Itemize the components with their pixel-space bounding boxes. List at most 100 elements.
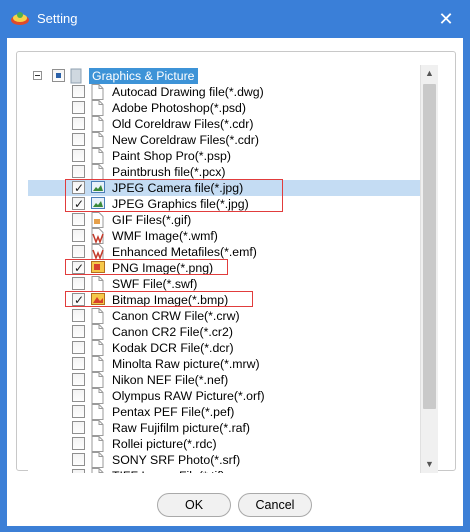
dialog-body: Graphics & Picture Autocad Drawing file(… (7, 38, 463, 526)
item-checkbox[interactable] (72, 309, 85, 322)
tree-item-label: Kodak DCR File(*.dcr) (112, 341, 234, 355)
item-checkbox[interactable] (72, 341, 85, 354)
file-icon (91, 116, 105, 132)
file-type-tree[interactable]: Graphics & Picture Autocad Drawing file(… (28, 65, 420, 473)
tree-item[interactable]: Kodak DCR File(*.dcr) (28, 340, 420, 356)
item-checkbox[interactable] (72, 117, 85, 130)
tree-item-label: SONY SRF Photo(*.srf) (112, 453, 241, 467)
item-checkbox[interactable] (72, 101, 85, 114)
tree-item-label: Rollei picture(*.rdc) (112, 437, 217, 451)
item-checkbox[interactable] (72, 469, 85, 473)
tree-item-label: New Coreldraw Files(*.cdr) (112, 133, 259, 147)
tree-item[interactable]: New Coreldraw Files(*.cdr) (28, 132, 420, 148)
item-checkbox[interactable] (72, 421, 85, 434)
file-icon (91, 276, 105, 292)
tree-item[interactable]: SWF File(*.swf) (28, 276, 420, 292)
tree-item-label: GIF Files(*.gif) (112, 213, 192, 227)
tree-item[interactable]: Raw Fujifilm picture(*.raf) (28, 420, 420, 436)
close-icon[interactable]: ✕ (434, 8, 458, 30)
tree-item-label: Enhanced Metafiles(*.emf) (112, 245, 257, 259)
wmf-file-icon (91, 228, 105, 245)
tree-item-label: Minolta Raw picture(*.mrw) (112, 357, 260, 371)
tree-item[interactable]: Olympus RAW Picture(*.orf) (28, 388, 420, 404)
item-checkbox[interactable] (72, 149, 85, 162)
tree-item[interactable]: Enhanced Metafiles(*.emf) (28, 244, 420, 261)
file-icon (91, 420, 105, 436)
file-icon (91, 388, 105, 404)
file-icon (91, 372, 105, 388)
item-checkbox[interactable] (72, 357, 85, 370)
item-checkbox[interactable] (72, 373, 85, 386)
tree-item[interactable]: GIF Files(*.gif) (28, 212, 420, 228)
file-icon (91, 404, 105, 420)
tree-item-label: Autocad Drawing file(*.dwg) (112, 85, 264, 99)
file-icon (91, 100, 105, 116)
scroll-up-icon[interactable]: ▲ (421, 65, 438, 82)
app-icon (10, 9, 30, 27)
tree-item-label: Old Coreldraw Files(*.cdr) (112, 117, 254, 131)
item-checkbox[interactable] (72, 405, 85, 418)
jpg-file-icon (91, 196, 105, 212)
scrollbar-thumb[interactable] (423, 84, 436, 409)
tree-item[interactable]: Nikon NEF File(*.nef) (28, 372, 420, 388)
item-checkbox[interactable] (72, 245, 85, 258)
tree-item-label: TIFF Image File(*.tif) (112, 468, 225, 473)
item-checkbox[interactable] (72, 389, 85, 402)
tree-item[interactable]: TIFF Image File(*.tif) (28, 468, 420, 473)
tree-item[interactable]: Pentax PEF File(*.pef) (28, 404, 420, 420)
tree-item-label: Nikon NEF File(*.nef) (112, 373, 229, 387)
title-bar: Setting ✕ (0, 0, 470, 38)
file-icon (91, 308, 105, 324)
file-icon (91, 84, 105, 100)
tree-item-label: Raw Fujifilm picture(*.raf) (112, 421, 251, 435)
item-checkbox[interactable] (72, 85, 85, 98)
tree-item-label: Olympus RAW Picture(*.orf) (112, 389, 265, 403)
tree-item[interactable]: JPEG Graphics file(*.jpg) (28, 196, 420, 212)
file-icon (91, 452, 105, 468)
tree-scrollbar[interactable]: ▲ ▼ (420, 65, 438, 473)
file-icon (91, 468, 105, 473)
tree-item[interactable]: Canon CR2 File(*.cr2) (28, 324, 420, 340)
ok-button[interactable]: OK (157, 493, 231, 517)
cancel-button[interactable]: Cancel (238, 493, 312, 517)
tree-item-label: Canon CRW File(*.crw) (112, 309, 240, 323)
tree-root-label: Graphics & Picture (89, 68, 198, 84)
tree-item[interactable]: Rollei picture(*.rdc) (28, 436, 420, 452)
scroll-down-icon[interactable]: ▼ (421, 456, 438, 473)
tree-item-label: Paintbrush file(*.pcx) (112, 165, 226, 179)
tree-item-label: Pentax PEF File(*.pef) (112, 405, 235, 419)
highlight-box (65, 291, 253, 307)
tree-item[interactable]: Old Coreldraw Files(*.cdr) (28, 116, 420, 132)
tree-item[interactable]: Adobe Photoshop(*.psd) (28, 100, 420, 116)
item-checkbox[interactable] (72, 213, 85, 226)
tree-item[interactable]: Paint Shop Pro(*.psp) (28, 148, 420, 164)
tree-item[interactable]: Minolta Raw picture(*.mrw) (28, 356, 420, 372)
gif-file-icon (91, 212, 105, 228)
tree-item[interactable]: Canon CRW File(*.crw) (28, 308, 420, 324)
tree-item[interactable]: SONY SRF Photo(*.srf) (28, 452, 420, 468)
tree-item-label: WMF Image(*.wmf) (112, 229, 218, 243)
file-icon (91, 164, 105, 180)
tree-item-label: JPEG Graphics file(*.jpg) (112, 197, 249, 211)
file-icon (91, 340, 105, 356)
file-icon (91, 148, 105, 164)
item-checkbox[interactable] (72, 165, 85, 178)
highlight-box (65, 259, 228, 275)
item-checkbox[interactable] (72, 325, 85, 338)
tree-root-graphics[interactable]: Graphics & Picture (28, 68, 420, 84)
file-icon (91, 436, 105, 452)
item-checkbox[interactable] (72, 133, 85, 146)
item-checkbox[interactable] (72, 229, 85, 242)
item-checkbox[interactable] (72, 277, 85, 290)
tree-item-label: Paint Shop Pro(*.psp) (112, 149, 231, 163)
tree-item[interactable]: WMF Image(*.wmf) (28, 228, 420, 245)
tree-item[interactable]: Paintbrush file(*.pcx) (28, 164, 420, 180)
item-checkbox[interactable] (72, 453, 85, 466)
item-checkbox[interactable] (72, 437, 85, 450)
collapse-icon[interactable] (33, 71, 42, 80)
tree-item[interactable]: Autocad Drawing file(*.dwg) (28, 84, 420, 100)
file-icon (91, 356, 105, 372)
tree-item-label: Canon CR2 File(*.cr2) (112, 325, 233, 339)
item-checkbox[interactable] (72, 196, 85, 212)
root-checkbox[interactable] (52, 69, 65, 82)
